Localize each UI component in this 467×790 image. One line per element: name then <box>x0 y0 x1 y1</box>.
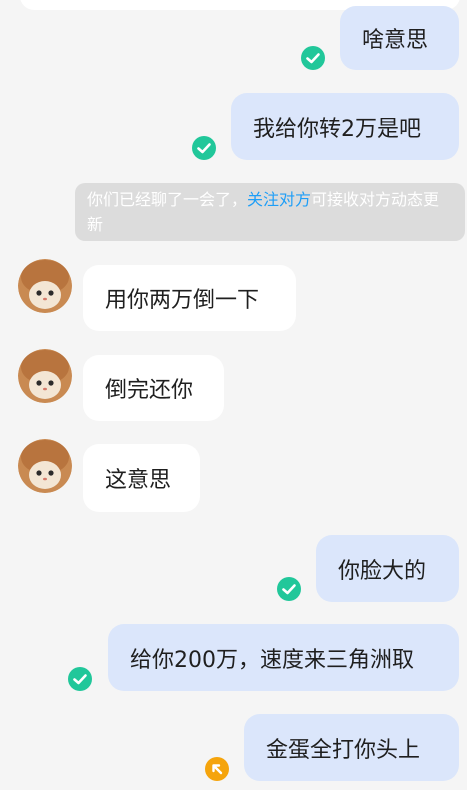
read-check-icon <box>277 577 301 601</box>
notice-text: 你们已经聊了一会了， <box>87 190 248 209</box>
read-check-icon <box>301 46 325 70</box>
cat-avatar[interactable] <box>18 349 72 403</box>
incoming-message-bubble[interactable]: 用你两万倒一下 <box>83 265 296 331</box>
sending-arrow-icon <box>205 757 229 781</box>
message-text: 我给你转2万是吧 <box>253 116 421 142</box>
message-text: 倒完还你 <box>105 378 194 403</box>
outgoing-message-bubble[interactable]: 啥意思 <box>340 6 459 70</box>
message-text: 你脸大的 <box>338 558 427 584</box>
message-text: 啥意思 <box>362 28 429 53</box>
cat-avatar[interactable] <box>18 439 72 493</box>
follow-link[interactable]: 关注对方 <box>247 190 311 209</box>
outgoing-message-bubble[interactable]: 给你200万，速度来三角洲取 <box>108 624 459 691</box>
cat-avatar[interactable] <box>18 259 72 313</box>
incoming-message-bubble[interactable]: 这意思 <box>83 444 200 512</box>
message-text: 这意思 <box>105 468 172 493</box>
read-check-icon <box>192 136 216 160</box>
outgoing-message-bubble[interactable]: 金蛋全打你头上 <box>244 714 459 781</box>
outgoing-message-bubble[interactable]: 我给你转2万是吧 <box>231 93 459 160</box>
read-check-icon <box>68 667 92 691</box>
outgoing-message-bubble[interactable]: 你脸大的 <box>316 535 459 602</box>
message-text: 用你两万倒一下 <box>105 288 260 313</box>
follow-suggestion-notice: 你们已经聊了一会了，关注对方可接收对方动态更新 <box>75 183 465 241</box>
incoming-message-bubble[interactable]: 倒完还你 <box>83 355 224 421</box>
message-text: 给你200万，速度来三角洲取 <box>130 647 414 673</box>
message-text: 金蛋全打你头上 <box>266 737 421 763</box>
